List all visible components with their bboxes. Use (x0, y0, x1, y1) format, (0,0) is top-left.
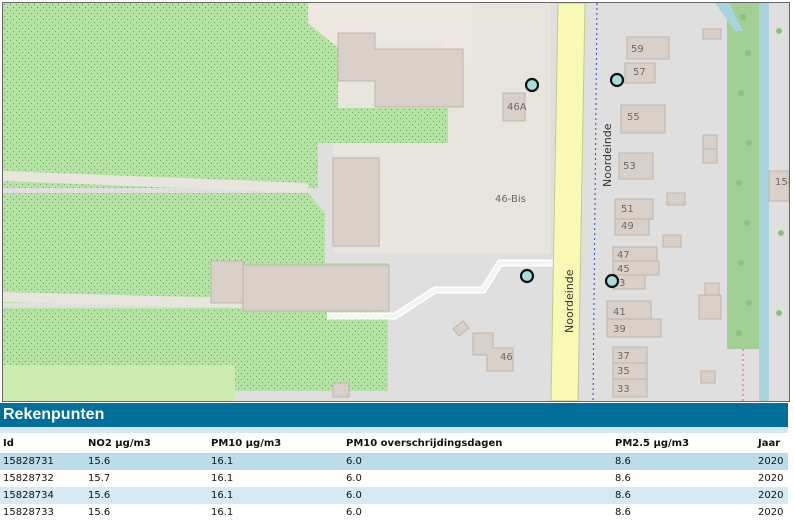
cell-jaar: 2020 (755, 487, 788, 504)
house-number: 39 (613, 324, 626, 335)
building (702, 134, 718, 150)
tree (738, 90, 744, 96)
cell-id: 15828734 (0, 487, 85, 504)
cell-pm25: 8.6 (612, 504, 755, 521)
rekenpunten-table: Id NO2 µg/m3 PM10 µg/m3 PM10 overschrijd… (0, 433, 788, 521)
cell-jaar: 2020 (755, 470, 788, 487)
rekenpunt-marker[interactable] (519, 268, 535, 284)
panel-title: Rekenpunten (0, 403, 788, 433)
cell-pm10-days: 6.0 (343, 504, 612, 521)
building (332, 382, 350, 398)
table-header-row: Id NO2 µg/m3 PM10 µg/m3 PM10 overschrijd… (0, 433, 788, 453)
tree (744, 220, 750, 226)
tree (736, 330, 742, 336)
building (702, 148, 718, 164)
house-number: 3 (619, 278, 625, 289)
tree (776, 28, 782, 34)
tree (746, 300, 752, 306)
house-number: 37 (617, 351, 630, 362)
cell-no2: 15.6 (85, 504, 208, 521)
column-header-id[interactable]: Id (0, 433, 85, 453)
house-number: 46 (500, 352, 513, 363)
cell-pm10: 16.1 (208, 470, 343, 487)
street-label-main: Noordeinde (563, 269, 576, 333)
cell-pm25: 8.6 (612, 453, 755, 470)
house-number: 46-Bis (495, 194, 526, 205)
cell-jaar: 2020 (755, 453, 788, 470)
table-row[interactable]: 15828734 15.6 16.1 6.0 8.6 2020 (0, 487, 788, 504)
building (242, 264, 390, 312)
tree (740, 14, 746, 20)
tree (745, 50, 751, 56)
building (666, 192, 686, 206)
column-header-jaar[interactable]: Jaar (755, 433, 788, 453)
rekenpunt-marker[interactable] (609, 72, 625, 88)
building (332, 157, 380, 247)
grass-verge (727, 3, 759, 349)
house-number: 51 (621, 204, 634, 215)
column-header-pm10[interactable]: PM10 µg/m3 (208, 433, 343, 453)
tree (738, 260, 744, 266)
house-number: 53 (623, 161, 636, 172)
cell-pm10: 16.1 (208, 487, 343, 504)
building (700, 370, 716, 384)
cell-pm10-days: 6.0 (343, 470, 612, 487)
tree (778, 230, 784, 236)
house-number: 47 (617, 250, 630, 261)
house-number: 57 (633, 67, 646, 78)
building (704, 282, 720, 296)
table-row[interactable]: 15828733 15.6 16.1 6.0 8.6 2020 (0, 504, 788, 521)
house-number: 49 (621, 221, 634, 232)
house-number: 46A (507, 102, 527, 113)
map-view[interactable]: Noordeinde Noordeinde 59 57 46A 55 53 46… (2, 2, 790, 402)
building (210, 260, 244, 304)
building (698, 294, 722, 320)
tree (746, 140, 752, 146)
cell-pm10: 16.1 (208, 453, 343, 470)
cell-pm10: 16.1 (208, 504, 343, 521)
cell-pm10-days: 6.0 (343, 487, 612, 504)
house-number: 45 (617, 264, 630, 275)
column-header-pm25[interactable]: PM2.5 µg/m3 (612, 433, 755, 453)
cell-no2: 15.6 (85, 453, 208, 470)
cell-no2: 15.6 (85, 487, 208, 504)
building (702, 28, 722, 40)
building (662, 234, 682, 248)
house-number: 41 (613, 307, 626, 318)
house-number: 59 (631, 44, 644, 55)
cell-id: 15828731 (0, 453, 85, 470)
table-row[interactable]: 15828732 15.7 16.1 6.0 8.6 2020 (0, 470, 788, 487)
water-canal (759, 3, 769, 401)
rekenpunt-marker[interactable] (524, 77, 540, 93)
cell-no2: 15.7 (85, 470, 208, 487)
house-number: 35 (617, 366, 630, 377)
column-header-no2[interactable]: NO2 µg/m3 (85, 433, 208, 453)
cell-pm25: 8.6 (612, 470, 755, 487)
tree (776, 310, 782, 316)
grass-strip (3, 365, 235, 401)
tree (736, 180, 742, 186)
cell-id: 15828732 (0, 470, 85, 487)
cell-pm10-days: 6.0 (343, 453, 612, 470)
street-label-side: Noordeinde (601, 123, 614, 187)
cell-pm25: 8.6 (612, 487, 755, 504)
cell-id: 15828733 (0, 504, 85, 521)
cell-jaar: 2020 (755, 504, 788, 521)
house-number: 55 (627, 112, 640, 123)
house-number: 158 (775, 177, 789, 188)
rekenpunten-panel: Rekenpunten Id NO2 µg/m3 PM10 µg/m3 PM10… (0, 403, 788, 521)
table-row[interactable]: 15828731 15.6 16.1 6.0 8.6 2020 (0, 453, 788, 470)
rekenpunt-marker[interactable] (604, 273, 620, 289)
house-number: 33 (617, 384, 630, 395)
column-header-pm10-days[interactable]: PM10 overschrijdingsdagen (343, 433, 612, 453)
